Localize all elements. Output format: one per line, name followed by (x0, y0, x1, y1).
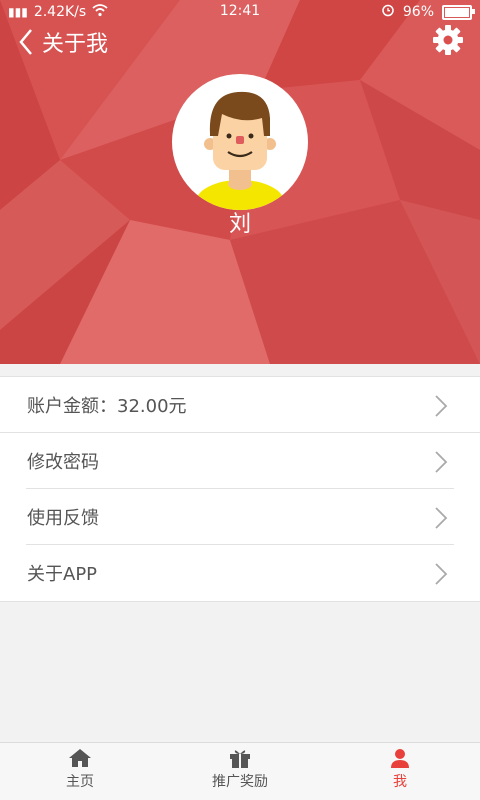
status-bar: ▮▮▮ 2.42K/s 12:41 96% (0, 0, 480, 24)
battery-fill (445, 7, 469, 17)
tab-me[interactable]: 我 (320, 743, 480, 800)
chevron-right-icon (435, 563, 448, 585)
menu-item-change-password[interactable]: 修改密码 (0, 433, 480, 489)
menu-item-label: 关于APP (27, 564, 98, 585)
menu-item-label: 修改密码 (27, 452, 99, 473)
menu-item-label: 使用反馈 (27, 508, 99, 529)
menu-item-about-app[interactable]: 关于APP (0, 545, 480, 601)
back-button[interactable]: 关于我 (18, 26, 108, 58)
chevron-right-icon (435, 451, 448, 473)
chevron-left-icon (19, 29, 32, 55)
chevron-right-icon (435, 507, 448, 529)
battery-percent: 96% (402, 4, 434, 20)
top-bar: 关于我 (0, 24, 480, 74)
tab-home[interactable]: 主页 (0, 743, 160, 800)
menu-item-label: 账户金额：32.00元 (27, 396, 187, 417)
profile-header: ▮▮▮ 2.42K/s 12:41 96% 关于我 刘 (0, 0, 480, 364)
alarm-icon (381, 3, 395, 21)
avatar[interactable] (172, 74, 308, 210)
settings-menu: 账户金额：32.00元 修改密码 使用反馈 关于APP (0, 376, 480, 602)
tab-promotion-rewards[interactable]: 推广奖励 (160, 743, 320, 800)
menu-item-feedback[interactable]: 使用反馈 (0, 489, 480, 545)
username: 刘 (228, 212, 251, 237)
home-icon (69, 749, 91, 767)
settings-button[interactable] (430, 22, 466, 58)
tab-label: 主页 (66, 774, 94, 790)
gift-icon (230, 750, 250, 768)
user-icon (391, 749, 409, 768)
bottom-tab-bar: 主页 推广奖励 我 (0, 742, 480, 800)
avatar-illustration (196, 91, 284, 210)
tab-label: 推广奖励 (212, 774, 268, 790)
tab-label: 我 (393, 774, 407, 790)
clock: 12:41 (219, 3, 261, 19)
battery-icon (442, 4, 475, 20)
page-title: 关于我 (42, 32, 109, 57)
chevron-right-icon (435, 395, 448, 417)
menu-item-account-balance[interactable]: 账户金额：32.00元 (0, 377, 480, 433)
gear-icon (433, 25, 463, 55)
